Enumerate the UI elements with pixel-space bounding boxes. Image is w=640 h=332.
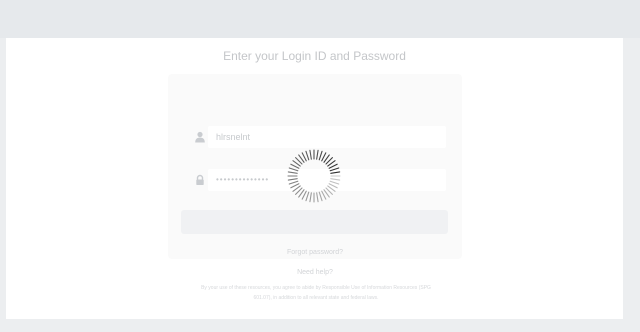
spinner-tick (318, 191, 323, 202)
terms-line-2: 601.07), in addition to all relevant sta… (253, 295, 379, 301)
terms-line-1: By your use of these resources, you agre… (201, 285, 431, 291)
lock-icon (196, 174, 204, 185)
loading-spinner (287, 149, 341, 203)
spinner-tick (288, 180, 299, 185)
spinner-tick (329, 180, 340, 185)
spinner-tick (301, 190, 307, 200)
spinner-tick (321, 152, 327, 162)
spinner-tick (318, 150, 323, 161)
spinner-ticks (287, 149, 341, 203)
spinner-tick (316, 149, 319, 160)
spinner-tick (287, 178, 298, 181)
spinner-tick (330, 178, 341, 181)
spinner-tick (290, 183, 300, 189)
spinner-tick (287, 171, 298, 174)
top-band (0, 0, 640, 38)
need-help-link[interactable]: Need help? (168, 269, 462, 276)
username-field[interactable]: hlrsnelnt (208, 126, 446, 148)
spinner-tick (321, 190, 327, 200)
terms-notice: By your use of these resources, you agre… (166, 283, 466, 303)
spinner-tick (328, 183, 338, 189)
spinner-tick (305, 150, 310, 161)
user-icon (195, 131, 205, 143)
spinner-tick (301, 152, 307, 162)
page-heading: Enter your Login ID and Password (223, 49, 406, 63)
spinner-tick (290, 163, 300, 169)
spinner-tick (309, 192, 312, 203)
spinner-tick (305, 191, 310, 202)
spinner-tick (316, 192, 319, 203)
forgot-password-link[interactable]: Forgot password? (168, 249, 462, 256)
spinner-tick (330, 171, 341, 174)
spinner-tick (329, 167, 340, 172)
spinner-tick (328, 163, 338, 169)
sign-in-button[interactable] (181, 210, 448, 234)
spinner-tick (288, 167, 299, 172)
spinner-tick (309, 149, 312, 160)
